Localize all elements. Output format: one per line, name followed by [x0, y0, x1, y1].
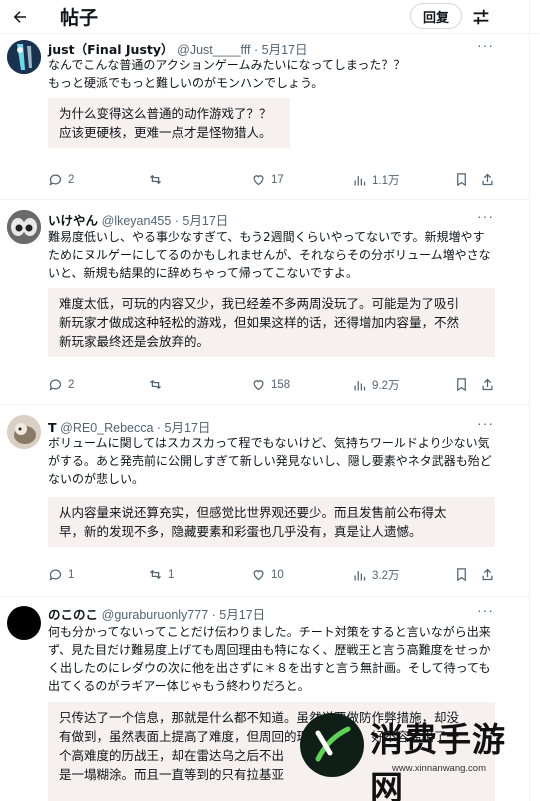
tweet[interactable]: just（Final Justy） @Just____fff · 5月17日 ·…	[0, 34, 530, 200]
like-action[interactable]: 158	[251, 377, 290, 392]
like-count: 158	[271, 378, 291, 391]
author-handle: @Just____fff · 5月17日	[177, 43, 308, 57]
more-icon[interactable]: ···	[477, 602, 494, 618]
share-icon	[482, 568, 493, 581]
watermark-url: www.xinnanwang.com	[392, 763, 486, 774]
retweet-icon	[150, 379, 161, 390]
avatar[interactable]	[7, 606, 41, 640]
reply-count: 1	[68, 568, 75, 581]
heart-icon	[253, 570, 264, 581]
analytics-icon	[354, 175, 366, 185]
more-icon[interactable]: ···	[477, 415, 494, 431]
views-action[interactable]: 3.2万	[352, 567, 400, 583]
reply-count: 2	[68, 173, 75, 186]
bookmark-icon	[457, 568, 466, 582]
comment-icon	[49, 569, 62, 581]
tweet-text: 難易度低いし、やる事少なすぎて、もう2週間くらいやってないです。新規増やすために…	[48, 230, 491, 280]
bookmark-action[interactable]	[454, 377, 469, 392]
tweet-text: 何も分かってないってことだけ伝わりました。チート対策をすると言いながら出来ず、見…	[48, 625, 491, 693]
tweet-header: いけやん @lkeyan455 · 5月17日	[48, 210, 228, 229]
comment-icon	[49, 379, 62, 391]
author-name[interactable]: T	[48, 420, 57, 435]
tweet-actions: 1 1 10 3.2万	[48, 567, 496, 585]
watermark-text: 消费手游网	[370, 720, 506, 801]
retweet-action[interactable]	[148, 172, 168, 187]
avatar[interactable]	[7, 40, 41, 74]
analytics-icon	[354, 380, 366, 390]
like-action[interactable]: 10	[251, 567, 284, 582]
retweet-count: 1	[168, 568, 175, 581]
retweet-icon	[150, 569, 161, 580]
reply-action[interactable]: 1	[48, 567, 74, 582]
translation-block: 为什么变得这么普通的动作游戏了？？ 应该更硬核，更难一点才是怪物猎人。	[48, 98, 290, 148]
tweet-text: ボリュームに関してはスカスカって程でもないけど、気持ちワールドより少ない気がする…	[48, 436, 492, 486]
views-action[interactable]: 9.2万	[352, 377, 400, 393]
view-count: 1.1万	[372, 175, 400, 187]
author-handle: @lkeyan455 · 5月17日	[101, 214, 229, 228]
share-icon	[482, 173, 493, 186]
like-count: 17	[271, 173, 284, 186]
reply-action[interactable]: 2	[48, 377, 74, 392]
author-handle: @guraburuonly777 · 5月17日	[101, 608, 266, 622]
retweet-action[interactable]: 1	[148, 567, 174, 582]
share-icon	[482, 378, 493, 391]
tweet-text: なんでこんな普通のアクションゲームみたいになってしまった？？ もっと硬派でもっと…	[48, 58, 406, 90]
analytics-icon	[354, 570, 366, 580]
author-name[interactable]: のこのこ	[48, 607, 98, 622]
views-action[interactable]: 1.1万	[352, 172, 400, 188]
view-count: 9.2万	[372, 380, 400, 392]
comment-icon	[49, 174, 62, 186]
tweet-header: のこのこ @guraburuonly777 · 5月17日	[48, 604, 265, 623]
retweet-action[interactable]	[148, 377, 168, 392]
reply-count: 2	[68, 378, 75, 391]
author-name[interactable]: just（Final Justy）	[48, 42, 174, 57]
sliders-icon[interactable]	[470, 6, 492, 28]
arrow-left-icon[interactable]	[8, 5, 32, 29]
translation-block: 难度太低，可玩的内容又少，我已经差不多两周没玩了。可能是为了吸引 新玩家才做成这…	[48, 288, 495, 357]
avatar[interactable]	[7, 210, 41, 244]
heart-icon	[253, 380, 264, 391]
tweet[interactable]: T @RE0_Rebecca · 5月17日 ··· ボリュームに関してはスカス…	[0, 405, 530, 597]
retweet-icon	[150, 174, 161, 185]
tweet[interactable]: いけやん @lkeyan455 · 5月17日 ··· 難易度低いし、やる事少な…	[0, 200, 530, 405]
view-count: 3.2万	[372, 570, 400, 582]
watermark-logo	[300, 713, 364, 777]
bookmark-icon	[457, 173, 466, 187]
share-action[interactable]	[480, 567, 495, 582]
more-icon[interactable]: ···	[477, 208, 494, 224]
like-count: 10	[271, 568, 284, 581]
top-bar: 帖子 回复	[0, 0, 540, 34]
reply-button[interactable]: 回复	[409, 3, 462, 29]
reply-action[interactable]: 2	[48, 172, 74, 187]
bookmark-action[interactable]	[454, 567, 469, 582]
bookmark-icon	[457, 378, 466, 392]
share-action[interactable]	[480, 377, 495, 392]
avatar[interactable]	[7, 415, 41, 449]
tweet-actions: 2 17 1.1万	[48, 172, 496, 190]
tweet-actions: 2 158 9.2万	[48, 377, 496, 395]
site-watermark: 消费手游网 www.xinnanwang.com	[300, 707, 536, 801]
bookmark-action[interactable]	[454, 172, 469, 187]
author-handle: @RE0_Rebecca · 5月17日	[60, 421, 211, 435]
translation-block: 从内容量来说还算充实，但感觉比世界观还要少。而且发售前公布得太 早，新的发现不多…	[48, 497, 495, 547]
more-icon[interactable]: ···	[477, 37, 494, 53]
author-name[interactable]: いけやん	[48, 213, 98, 228]
share-action[interactable]	[480, 172, 495, 187]
like-action[interactable]: 17	[251, 172, 284, 187]
page-title: 帖子	[60, 7, 99, 29]
heart-icon	[253, 175, 264, 186]
